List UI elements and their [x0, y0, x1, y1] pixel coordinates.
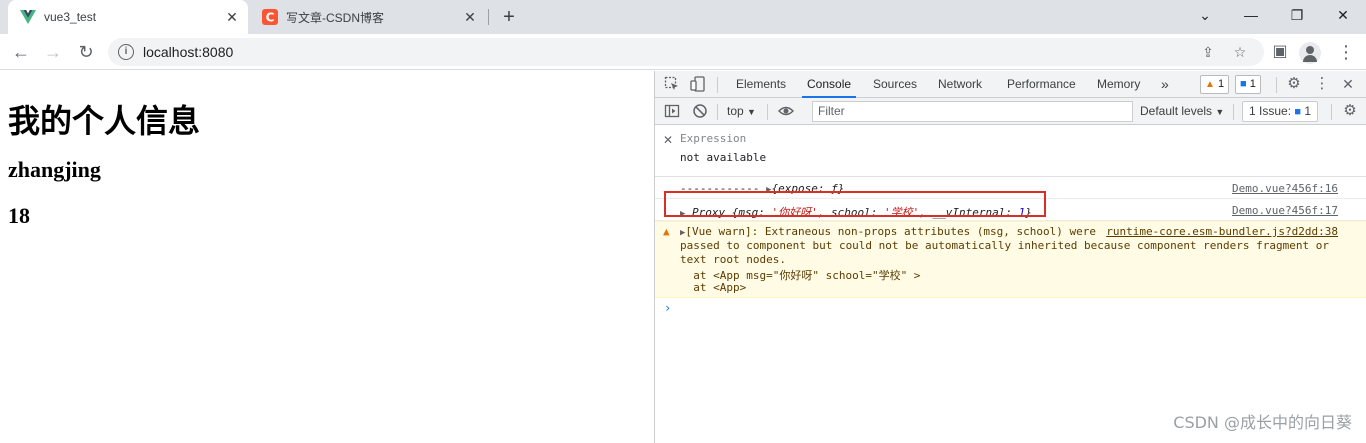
- forward-arrow-icon[interactable]: →: [40, 39, 66, 65]
- log-levels-dropdown[interactable]: Default levels ▼: [1140, 104, 1224, 118]
- warning-line-5: at <App>: [680, 281, 747, 294]
- tab-search-chevron-icon[interactable]: ⌄: [1182, 0, 1228, 30]
- tab-divider: [488, 9, 489, 25]
- live-expression: ✕ Expression not available: [655, 125, 1366, 177]
- context-label: top: [727, 104, 744, 118]
- user-age: 18: [8, 203, 30, 228]
- expression-label[interactable]: Expression: [680, 132, 746, 145]
- console-prompt-chevron-icon[interactable]: ›: [664, 301, 671, 315]
- context-selector[interactable]: top ▼: [727, 104, 756, 118]
- vue-warning-message: ▲ ▶[Vue warn]: Extraneous non-props attr…: [655, 221, 1366, 298]
- tab-vue3-test[interactable]: vue3_test ✕: [8, 0, 248, 34]
- browser-toolbar: ← → ↻ i localhost:8080 ⇪ ☆ ▣ ⋮: [0, 34, 1366, 70]
- tab-strip: vue3_test ✕ C 写文章-CSDN博客 ✕ + ⌄ — ❐ ✕: [0, 0, 1366, 34]
- warning-triangle-icon: ▲: [1205, 79, 1215, 90]
- devtools-tab-bar: Elements Console Sources Network Perform…: [655, 71, 1366, 98]
- devtools-panel: Elements Console Sources Network Perform…: [654, 71, 1366, 443]
- csdn-logo-icon: C: [262, 9, 278, 25]
- sidebar-toggle-icon[interactable]: [664, 103, 680, 119]
- devtools-tab-sources[interactable]: Sources: [873, 71, 917, 98]
- devtools-tab-network[interactable]: Network: [938, 71, 982, 98]
- watermark: CSDN @成长中的向日葵: [1173, 413, 1352, 432]
- site-info-icon[interactable]: i: [118, 44, 134, 60]
- vue-logo-icon: [20, 10, 36, 24]
- devtools-tab-elements[interactable]: Elements: [736, 71, 786, 98]
- devtools-close-icon[interactable]: ✕: [1340, 76, 1356, 92]
- page-heading: 我的个人信息: [8, 102, 201, 140]
- minimize-icon[interactable]: —: [1228, 0, 1274, 30]
- issues-label: 1 Issue:: [1249, 104, 1292, 118]
- messages-badge[interactable]: ■ 1: [1235, 75, 1261, 94]
- tab-close-icon[interactable]: ✕: [462, 9, 478, 25]
- console-toolbar: top ▼ Filter Default levels ▼ 1 Issue: ■…: [655, 98, 1366, 125]
- inspect-element-icon[interactable]: [664, 76, 680, 92]
- console-output: ✕ Expression not available ------------ …: [655, 125, 1366, 443]
- warning-triangle-icon: ▲: [663, 225, 670, 238]
- more-tabs-chevron-icon[interactable]: »: [1161, 71, 1169, 98]
- tab-csdn[interactable]: C 写文章-CSDN博客 ✕: [250, 0, 486, 34]
- live-expression-eye-icon[interactable]: [778, 103, 794, 119]
- console-filter-input[interactable]: Filter: [812, 101, 1133, 122]
- side-panel-icon[interactable]: ▣: [1267, 39, 1293, 65]
- dropdown-arrow-icon: ▼: [1215, 107, 1225, 117]
- console-settings-gear-icon[interactable]: ⚙: [1342, 103, 1358, 119]
- window-close-icon[interactable]: ✕: [1320, 0, 1366, 30]
- restore-icon[interactable]: ❐: [1274, 0, 1320, 30]
- tab-title: 写文章-CSDN博客: [286, 10, 384, 25]
- warning-source-link[interactable]: runtime-core.esm-bundler.js?d2dd:38: [1106, 225, 1338, 238]
- warning-line-2: passed to component but could not be aut…: [680, 239, 1330, 252]
- settings-gear-icon[interactable]: ⚙: [1286, 76, 1302, 92]
- address-bar[interactable]: i localhost:8080 ⇪ ☆: [108, 38, 1264, 66]
- devtools-tab-memory[interactable]: Memory: [1097, 71, 1140, 98]
- warning-line-1: [Vue warn]: Extraneous non-props attribu…: [685, 225, 1097, 238]
- warnings-badge[interactable]: ▲ 1: [1200, 75, 1230, 94]
- devtools-menu-kebab-icon[interactable]: ⋮: [1314, 76, 1330, 92]
- profile-avatar-icon[interactable]: [1299, 42, 1321, 64]
- reload-icon[interactable]: ↻: [73, 39, 99, 65]
- messages-count: 1: [1249, 78, 1256, 90]
- new-tab-plus-icon[interactable]: +: [498, 6, 520, 28]
- tab-close-icon[interactable]: ✕: [224, 9, 240, 25]
- page-viewport: 我的个人信息 zhangjing 18: [0, 71, 654, 443]
- issues-button[interactable]: 1 Issue: ■ 1: [1242, 101, 1319, 122]
- warnings-count: 1: [1217, 78, 1225, 90]
- svg-text:C: C: [266, 11, 275, 25]
- log-source-link[interactable]: Demo.vue?456f:16: [1232, 182, 1338, 195]
- menu-kebab-icon[interactable]: ⋮: [1333, 39, 1359, 65]
- remove-expression-icon[interactable]: ✕: [663, 133, 673, 147]
- warning-line-3: text root nodes.: [680, 253, 786, 266]
- log-source-link[interactable]: Demo.vue?456f:17: [1232, 204, 1338, 217]
- device-toolbar-icon[interactable]: [690, 76, 706, 92]
- url-text[interactable]: localhost:8080: [143, 44, 233, 60]
- tab-title: vue3_test: [44, 10, 97, 24]
- issue-icon: ■: [1294, 106, 1302, 118]
- back-arrow-icon[interactable]: ←: [8, 39, 34, 65]
- issues-count: 1: [1304, 104, 1312, 118]
- bookmark-star-icon[interactable]: ☆: [1230, 42, 1250, 62]
- clear-console-icon[interactable]: [692, 103, 708, 119]
- dropdown-arrow-icon: ▼: [747, 107, 756, 117]
- devtools-tab-console[interactable]: Console: [802, 71, 857, 98]
- share-icon[interactable]: ⇪: [1198, 42, 1218, 62]
- devtools-tab-performance[interactable]: Performance: [1007, 71, 1076, 98]
- log-levels-label: Default levels: [1140, 104, 1213, 118]
- annotation-highlight-box: [664, 191, 1046, 217]
- message-icon: ■: [1240, 78, 1247, 90]
- user-name: zhangjing: [8, 157, 101, 182]
- expression-value: not available: [680, 151, 767, 164]
